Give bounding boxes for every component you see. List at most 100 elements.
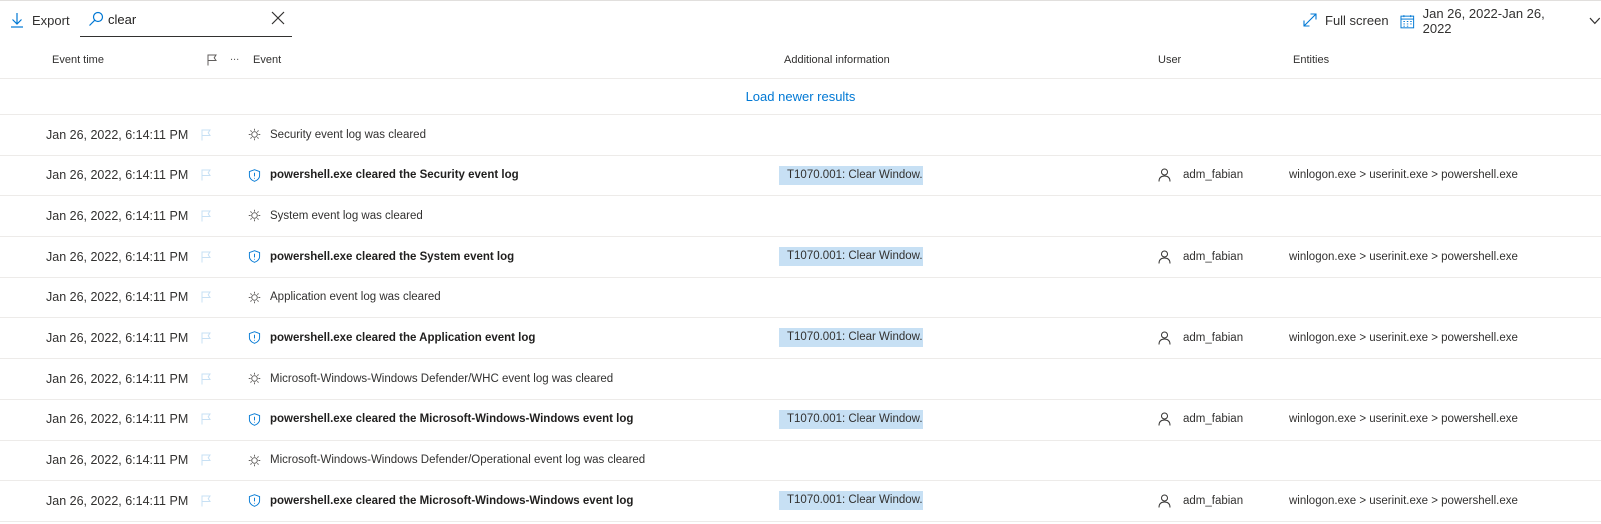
table-row[interactable]: Jan 26, 2022, 6:14:11 PM Application even… [0,278,1601,319]
event-title[interactable]: powershell.exe cleared the Microsoft-Win… [270,495,633,507]
gear-icon [248,210,261,222]
mitre-technique-tag[interactable]: T1070.001: Clear Window... [779,491,923,511]
user-cell[interactable]: adm_fabian [1158,237,1243,276]
shield-icon [248,250,261,263]
entities-cell[interactable]: winlogon.exe > userinit.exe > powershell… [1289,318,1518,357]
additional-info-cell: T1070.001: Clear Window... [779,237,923,276]
mitre-technique-tag[interactable]: T1070.001: Clear Window... [779,409,923,429]
event-cell[interactable]: powershell.exe cleared the Application e… [248,318,535,357]
table-row[interactable]: Jan 26, 2022, 6:14:11 PM Microsoft-Window… [0,359,1601,400]
user-name[interactable]: adm_fabian [1183,251,1243,263]
entities-cell[interactable]: winlogon.exe > userinit.exe > powershell… [1289,400,1518,439]
event-title[interactable]: Microsoft-Windows-Windows Defender/Opera… [270,454,645,466]
event-cell[interactable]: Security event log was cleared [248,115,426,154]
table-row[interactable]: Jan 26, 2022, 6:14:11 PM Microsoft-Window… [0,441,1601,482]
flag-cell[interactable] [200,318,212,357]
table-row[interactable]: Jan 26, 2022, 6:14:11 PM System event log… [0,196,1601,238]
event-title[interactable]: powershell.exe cleared the Microsoft-Win… [270,413,633,425]
table-row[interactable]: Jan 26, 2022, 6:14:11 PM Security event l… [0,115,1601,156]
event-cell[interactable]: powershell.exe cleared the System event … [248,237,514,276]
event-time: Jan 26, 2022, 6:14:11 PM [46,127,189,142]
mitre-technique-tag[interactable]: T1070.001: Clear Window... [779,247,923,267]
mitre-technique-tag[interactable]: T1070.001: Clear Window... [779,165,923,185]
user-cell[interactable]: adm_fabian [1158,156,1243,195]
event-title[interactable]: powershell.exe cleared the System event … [270,251,514,263]
flag-cell[interactable] [200,156,212,195]
event-title[interactable]: powershell.exe cleared the Security even… [270,169,519,181]
flag-cell[interactable] [200,278,212,317]
flag-cell[interactable] [200,359,212,398]
export-button[interactable]: Export [10,9,70,31]
event-title[interactable]: System event log was cleared [270,210,423,222]
flag-cell[interactable] [200,481,212,520]
entities-cell[interactable]: winlogon.exe > userinit.exe > powershell… [1289,156,1518,195]
flag-icon[interactable] [200,332,212,344]
user-name[interactable]: adm_fabian [1183,169,1243,181]
flag-icon[interactable] [200,495,212,507]
shield-icon [248,413,261,426]
user-name[interactable]: adm_fabian [1183,495,1243,507]
user-name[interactable]: adm_fabian [1183,413,1243,425]
user-cell[interactable]: adm_fabian [1158,318,1243,357]
event-time: Jan 26, 2022, 6:14:11 PM [46,330,189,345]
event-cell[interactable]: System event log was cleared [248,196,423,235]
table-row[interactable]: Jan 26, 2022, 6:14:11 PM powershell.exe c… [0,156,1601,197]
load-newer-results-link[interactable]: Load newer results [0,79,1601,115]
flag-cell[interactable] [200,196,212,235]
table-row[interactable]: Jan 26, 2022, 6:14:11 PM powershell.exe c… [0,318,1601,360]
search-box[interactable] [80,3,292,37]
table-header: Event time ... Event Additional informat… [0,42,1601,79]
fullscreen-button[interactable]: Full screen [1303,10,1389,30]
table-row[interactable]: Jan 26, 2022, 6:14:11 PM powershell.exe c… [0,237,1601,278]
event-cell[interactable]: Application event log was cleared [248,278,441,317]
entities-cell[interactable]: winlogon.exe > userinit.exe > powershell… [1289,481,1518,520]
column-user[interactable]: User [1158,54,1181,66]
table-row[interactable]: Jan 26, 2022, 6:14:11 PM powershell.exe c… [0,481,1601,522]
event-cell[interactable]: powershell.exe cleared the Microsoft-Win… [248,400,633,439]
flag-cell[interactable] [200,115,212,154]
event-time: Jan 26, 2022, 6:14:11 PM [46,168,189,183]
column-entities[interactable]: Entities [1293,54,1329,66]
gear-icon [248,291,261,304]
user-cell[interactable]: adm_fabian [1158,481,1243,520]
shield-icon [248,168,261,182]
user-cell[interactable]: adm_fabian [1158,400,1243,439]
date-range-picker[interactable]: Jan 26, 2022-Jan 26, 2022 [1400,6,1601,36]
event-cell[interactable]: powershell.exe cleared the Security even… [248,156,519,195]
column-event-time[interactable]: Event time [52,54,104,66]
flag-cell[interactable] [200,237,212,276]
event-cell[interactable]: Microsoft-Windows-Windows Defender/Opera… [248,441,645,480]
flag-icon[interactable] [200,169,212,181]
flag-icon[interactable] [200,454,212,466]
user-icon [1158,494,1171,508]
flag-icon[interactable] [200,251,212,263]
flag-icon[interactable] [200,129,212,141]
calendar-icon [1400,14,1415,28]
flag-cell[interactable] [200,441,212,480]
event-title[interactable]: Microsoft-Windows-Windows Defender/WHC e… [270,373,613,385]
clear-search-icon[interactable] [270,10,286,26]
user-name[interactable]: adm_fabian [1183,332,1243,344]
flag-column-icon[interactable] [206,54,218,66]
table-row[interactable]: Jan 26, 2022, 6:14:11 PM powershell.exe c… [0,400,1601,441]
event-title[interactable]: Security event log was cleared [270,129,426,141]
search-input[interactable] [108,9,258,29]
flag-icon[interactable] [200,210,212,222]
shield-icon [248,331,261,345]
search-icon [89,11,104,26]
entities-cell[interactable]: winlogon.exe > userinit.exe > powershell… [1289,237,1518,276]
event-cell[interactable]: Microsoft-Windows-Windows Defender/WHC e… [248,359,613,398]
event-time: Jan 26, 2022, 6:14:11 PM [46,249,189,264]
flag-icon[interactable] [200,291,212,303]
flag-icon[interactable] [200,413,212,425]
mitre-technique-tag[interactable]: T1070.001: Clear Window... [779,328,923,348]
flag-icon[interactable] [200,373,212,385]
column-additional-info[interactable]: Additional information [784,54,890,66]
column-event[interactable]: Event [253,54,281,66]
event-time: Jan 26, 2022, 6:14:11 PM [46,290,189,305]
event-title[interactable]: powershell.exe cleared the Application e… [270,332,535,344]
event-title[interactable]: Application event log was cleared [270,291,441,303]
more-columns-button[interactable]: ... [230,51,239,63]
event-cell[interactable]: powershell.exe cleared the Microsoft-Win… [248,481,633,520]
flag-cell[interactable] [200,400,212,439]
